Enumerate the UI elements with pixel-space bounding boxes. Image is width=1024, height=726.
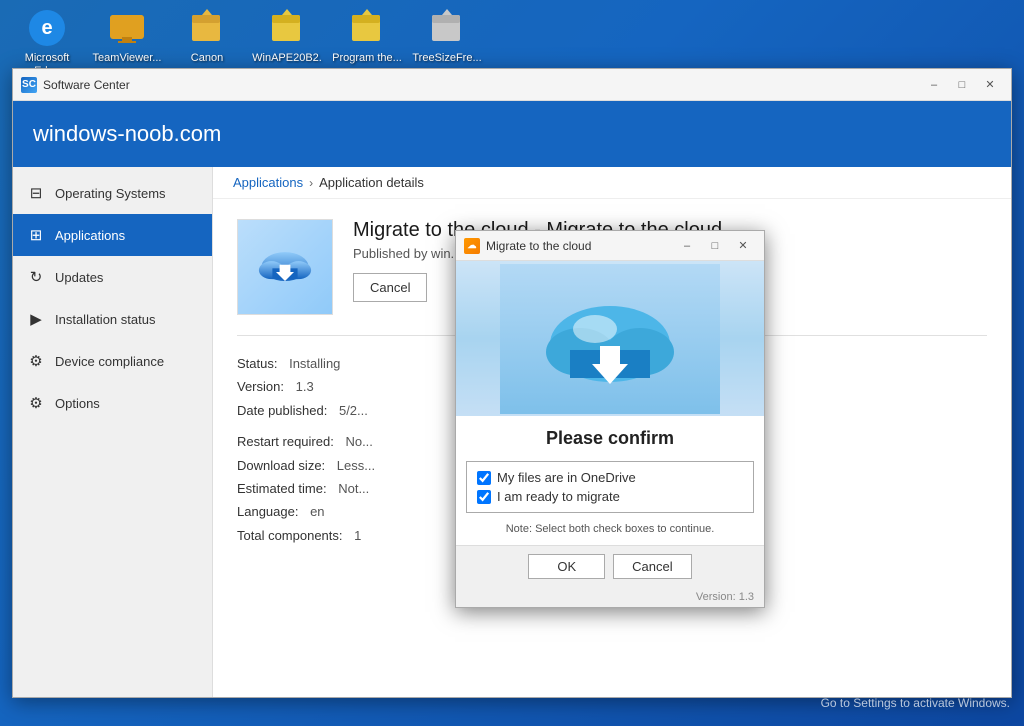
- version-label: Version:: [237, 375, 284, 398]
- ready-checkbox[interactable]: [477, 490, 491, 504]
- restart-value: No...: [345, 430, 372, 453]
- canon-icon-label: Canon: [191, 52, 223, 65]
- total-comp-label: Total components:: [237, 524, 343, 547]
- download-label: Download size:: [237, 454, 325, 477]
- winape-icon: [267, 8, 307, 48]
- checkbox-row-onedrive: My files are in OneDrive: [477, 470, 743, 485]
- est-time-label: Estimated time:: [237, 477, 327, 500]
- title-bar: SC Software Center – □ ✕: [13, 69, 1011, 101]
- onedrive-checkbox[interactable]: [477, 471, 491, 485]
- sw-center-icon: SC: [21, 77, 37, 93]
- svg-text:e: e: [41, 17, 52, 39]
- dialog-footer: OK Cancel: [456, 545, 764, 589]
- treesize-icon: [427, 8, 467, 48]
- treesize-icon-label: TreeSizeFre...: [412, 52, 481, 65]
- brand-name: windows-noob.com: [33, 121, 221, 146]
- canon-icon: [187, 8, 227, 48]
- dialog-icon: ☁: [464, 238, 480, 254]
- dialog-ok-button[interactable]: OK: [528, 554, 605, 579]
- status-label: Status:: [237, 352, 277, 375]
- program-icon: [347, 8, 387, 48]
- sidebar-item-operating-systems[interactable]: ⊟ Operating Systems: [13, 172, 212, 214]
- sidebar-label-install: Installation status: [55, 312, 155, 327]
- breadcrumb-current: Application details: [319, 175, 424, 190]
- program-icon-label: Program the...: [332, 52, 402, 65]
- options-icon: ⚙: [27, 394, 45, 412]
- checkbox-row-ready: I am ready to migrate: [477, 489, 743, 504]
- language-label: Language:: [237, 500, 298, 523]
- install-status-icon: ▶: [27, 310, 45, 328]
- dialog-controls: – □ ✕: [674, 236, 756, 256]
- dialog-confirm-text: Please confirm: [530, 416, 690, 455]
- dialog-title: Migrate to the cloud: [486, 239, 674, 253]
- dialog-version: Version: 1.3: [456, 589, 764, 607]
- dialog-body: Please confirm My files are in OneDrive …: [456, 261, 764, 545]
- teamviewer-icon-label: TeamViewer...: [93, 52, 162, 65]
- ready-checkbox-label: I am ready to migrate: [497, 489, 620, 504]
- title-bar-controls: – □ ✕: [921, 75, 1003, 95]
- sidebar-label-updates: Updates: [55, 270, 103, 285]
- close-button[interactable]: ✕: [977, 75, 1003, 95]
- dialog-maximize-button[interactable]: □: [702, 236, 728, 256]
- os-icon: ⊟: [27, 184, 45, 202]
- sidebar-item-options[interactable]: ⚙ Options: [13, 382, 212, 424]
- dialog-cloud-illustration: [456, 261, 764, 416]
- maximize-button[interactable]: □: [949, 75, 975, 95]
- breadcrumb-applications-link[interactable]: Applications: [233, 175, 303, 190]
- migrate-dialog: ☁ Migrate to the cloud – □ ✕: [455, 230, 765, 608]
- language-value: en: [310, 500, 324, 523]
- breadcrumb: Applications › Application details: [213, 167, 1011, 199]
- download-value: Less...: [337, 454, 375, 477]
- brand-header: windows-noob.com: [13, 101, 1011, 167]
- sidebar-item-updates[interactable]: ↻ Updates: [13, 256, 212, 298]
- date-published-label: Date published:: [237, 399, 327, 422]
- sidebar: ⊟ Operating Systems ⊞ Applications ↻ Upd…: [13, 167, 213, 697]
- app-icon-large: [237, 219, 333, 315]
- sidebar-label-os: Operating Systems: [55, 186, 166, 201]
- total-comp-value: 1: [354, 524, 361, 547]
- est-time-value: Not...: [338, 477, 369, 500]
- sidebar-item-device-compliance[interactable]: ⚙ Device compliance: [13, 340, 212, 382]
- desktop: e Microsoft Edge TeamViewer...: [0, 0, 1024, 726]
- sidebar-item-applications[interactable]: ⊞ Applications: [13, 214, 212, 256]
- cancel-button[interactable]: Cancel: [353, 273, 427, 302]
- sidebar-label-options: Options: [55, 396, 100, 411]
- onedrive-checkbox-label: My files are in OneDrive: [497, 470, 636, 485]
- version-value: 1.3: [296, 375, 314, 398]
- sidebar-label-apps: Applications: [55, 228, 125, 243]
- sidebar-item-installation-status[interactable]: ▶ Installation status: [13, 298, 212, 340]
- dialog-cancel-button[interactable]: Cancel: [613, 554, 691, 579]
- edge-icon: e: [27, 8, 67, 48]
- dialog-checkboxes-box: My files are in OneDrive I am ready to m…: [466, 461, 754, 513]
- compliance-icon: ⚙: [27, 352, 45, 370]
- restart-label: Restart required:: [237, 430, 334, 453]
- window-title: Software Center: [43, 78, 921, 92]
- dialog-minimize-button[interactable]: –: [674, 236, 700, 256]
- breadcrumb-separator: ›: [309, 176, 313, 190]
- apps-icon: ⊞: [27, 226, 45, 244]
- date-published-value: 5/2...: [339, 399, 368, 422]
- minimize-button[interactable]: –: [921, 75, 947, 95]
- sidebar-label-compliance: Device compliance: [55, 354, 164, 369]
- teamviewer-icon: [107, 8, 147, 48]
- dialog-note: Note: Select both check boxes to continu…: [492, 519, 729, 545]
- status-value: Installing: [289, 352, 340, 375]
- dialog-close-button[interactable]: ✕: [730, 236, 756, 256]
- dialog-titlebar: ☁ Migrate to the cloud – □ ✕: [456, 231, 764, 261]
- updates-icon: ↻: [27, 268, 45, 286]
